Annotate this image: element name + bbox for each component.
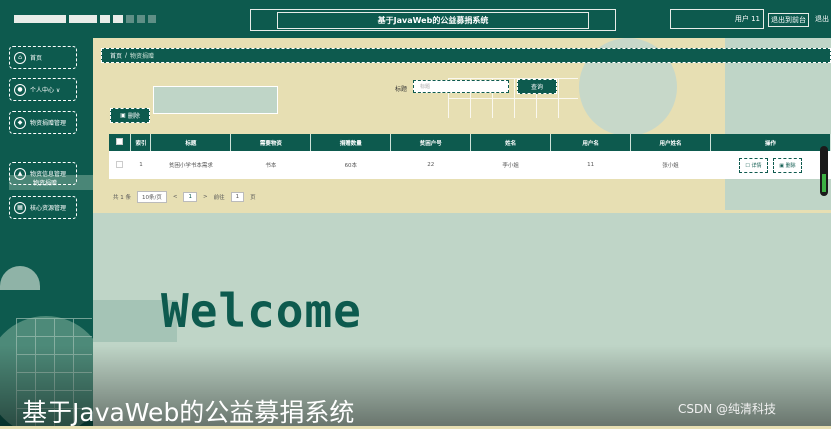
pager-total: 共 1 条 (113, 195, 131, 201)
breadcrumb: 首页 / 物资捐赠 (101, 48, 831, 63)
page-number[interactable]: 1 (183, 192, 197, 202)
logout-link[interactable]: 退出 (815, 14, 829, 24)
sidebar-item-label: 物资信息管理 (30, 171, 67, 178)
table-header-row: 索引 标题 需要物资 捐赠数量 贫困户号 姓名 用户名 用户姓名 操作 (109, 134, 831, 151)
search-label: 标题 (395, 86, 408, 93)
trash-icon: ▣ (120, 112, 126, 119)
grid-icon: ▦ (14, 201, 26, 214)
sidebar-item-donation[interactable]: ◆ 物资捐赠管理 (9, 111, 77, 134)
cell-need: 书本 (230, 151, 311, 179)
top-bar: 基于JavaWeb的公益募捐系统 用户 11 退出到前台 退出 (0, 0, 831, 38)
page-size-select[interactable]: 10条/页 (137, 191, 167, 203)
app-title-frame: 基于JavaWeb的公益募捐系统 (250, 9, 616, 31)
detail-button[interactable]: ☐ 详情 (739, 157, 768, 173)
next-page-button[interactable]: > (203, 194, 208, 200)
search-button[interactable]: 查询 (517, 79, 557, 94)
column-header: 姓名 (470, 134, 552, 151)
row-delete-label: 删除 (785, 162, 796, 169)
decorative-box (153, 86, 278, 114)
select-all-checkbox[interactable] (109, 134, 132, 151)
logo (14, 15, 156, 23)
cell-operations: ☐ 详情 ▣ 删除 (710, 151, 831, 179)
user-icon: ● (14, 83, 26, 96)
column-header: 标题 (150, 134, 232, 151)
pagination: 共 1 条 10条/页 < 1 > 前往 1 页 (113, 191, 256, 203)
app-title: 基于JavaWeb的公益募捐系统 (276, 11, 590, 29)
back-to-frontend-link[interactable]: 退出到前台 (768, 13, 809, 27)
sidebar-item-label: 首页 (30, 55, 43, 62)
column-header: 用户姓名 (630, 134, 712, 151)
sidebar-item-label: 物资捐赠管理 (30, 120, 67, 127)
gift-icon: ◆ (14, 116, 26, 129)
row-checkbox[interactable] (109, 151, 131, 179)
user-label: 用户 11 (670, 9, 764, 29)
watermark: CSDN @纯清科技 (678, 402, 777, 416)
sidebar-item-profile[interactable]: ● 个人中心 ∨ (9, 78, 77, 101)
cell-user-fullname: 张小姐 (630, 151, 711, 179)
row-delete-button[interactable]: ▣ 删除 (773, 157, 802, 173)
background-panel-right (725, 38, 831, 210)
cell-index: 1 (130, 151, 151, 179)
delete-button-label: 删除 (127, 113, 140, 120)
sidebar-decoration (0, 266, 40, 290)
sidebar-item-label: 核心资源管理 (30, 205, 67, 212)
scroll-indicator[interactable] (820, 146, 828, 196)
welcome-text: Welcome (161, 284, 362, 338)
cell-household: 22 (390, 151, 471, 179)
video-caption: 基于JavaWeb的公益募捐系统 (22, 398, 355, 427)
breadcrumb-home[interactable]: 首页 (110, 51, 122, 60)
goto-label: 前往 (213, 195, 225, 201)
column-header: 捐赠数量 (310, 134, 392, 151)
donation-table: 索引 标题 需要物资 捐赠数量 贫困户号 姓名 用户名 用户姓名 操作 1 贫困… (109, 134, 831, 179)
page-unit: 页 (250, 195, 256, 201)
column-header: 索引 (130, 134, 152, 151)
search-input[interactable]: 标题 (413, 80, 509, 93)
breadcrumb-separator: / (125, 52, 128, 59)
sidebar-item-material[interactable]: ▲ 物资信息管理 (9, 162, 77, 185)
table-row: 1 贫困小学书本需求 书本 60本 22 李小姐 11 张小姐 ☐ 详情 ▣ 删… (109, 151, 831, 179)
goto-page-input[interactable]: 1 (230, 192, 245, 202)
cell-name: 李小姐 (470, 151, 551, 179)
column-header: 操作 (710, 134, 831, 151)
sidebar-item-label: 个人中心 ∨ (30, 87, 61, 94)
column-header: 需要物资 (230, 134, 312, 151)
column-header: 用户名 (550, 134, 632, 151)
sidebar-item-home[interactable]: ⌂ 首页 (9, 46, 77, 69)
delete-button[interactable]: ▣ 删除 (110, 108, 150, 123)
box-icon: ▲ (14, 167, 26, 180)
detail-label: 详情 (751, 162, 762, 169)
breadcrumb-current: 物资捐赠 (130, 53, 155, 60)
home-icon: ⌂ (14, 51, 26, 64)
column-header: 贫困户号 (390, 134, 472, 151)
prev-page-button[interactable]: < (173, 194, 178, 200)
cell-qty: 60本 (310, 151, 391, 179)
sidebar-item-resources[interactable]: ▦ 核心资源管理 (9, 196, 77, 219)
cell-username: 11 (550, 151, 631, 179)
cell-title: 贫困小学书本需求 (150, 151, 231, 179)
